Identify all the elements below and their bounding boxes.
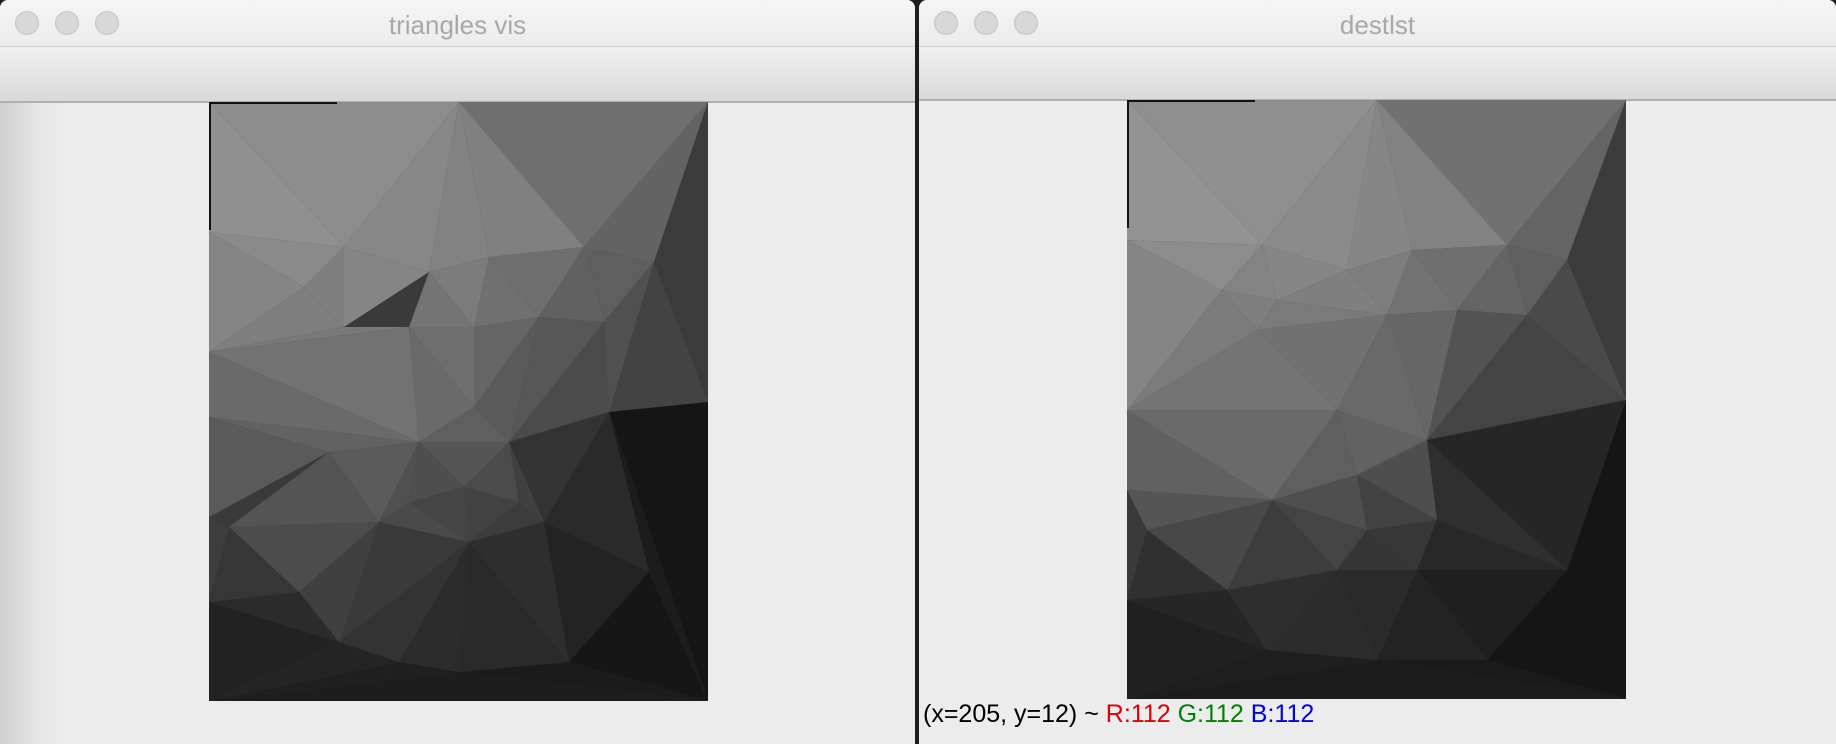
toolbar bbox=[919, 47, 1836, 101]
titlebar[interactable]: triangles vis bbox=[0, 0, 915, 47]
window-title: triangles vis bbox=[388, 10, 527, 40]
mesh-triangles bbox=[1127, 100, 1626, 699]
triangle-mesh-image[interactable] bbox=[209, 102, 708, 701]
red-value: R:112 bbox=[1105, 700, 1171, 728]
window-title: destlst bbox=[1339, 10, 1416, 40]
destlst-mesh-image[interactable] bbox=[1127, 100, 1626, 699]
pixel-readout-status: (x=205, y=12) ~ R:112 G:112 B:112 bbox=[923, 700, 1314, 729]
blue-value: B:112 bbox=[1250, 700, 1315, 728]
coords-readout: (x=205, y=12) ~ bbox=[923, 700, 1099, 728]
green-value: G:112 bbox=[1177, 700, 1244, 728]
toolbar bbox=[0, 47, 915, 103]
mesh-triangles bbox=[209, 102, 708, 701]
titlebar[interactable]: destlst bbox=[919, 0, 1836, 47]
